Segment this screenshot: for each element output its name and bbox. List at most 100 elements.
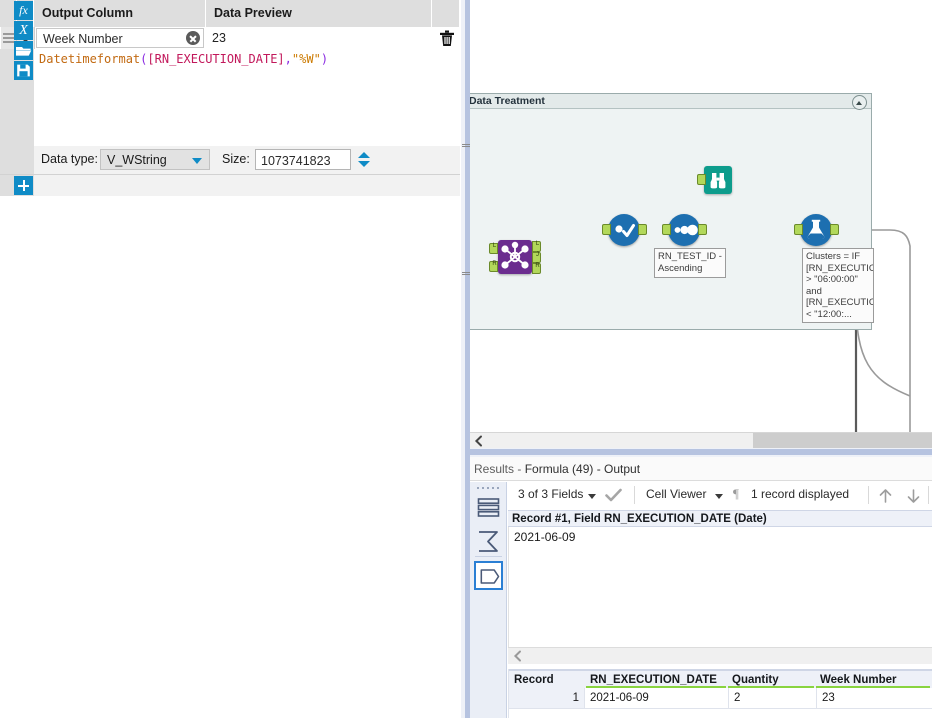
canvas-horizontal-scrollbar[interactable] [470, 432, 932, 449]
fields-chevron-down-icon[interactable] [588, 494, 596, 499]
results-data-grid[interactable]: Record RN_EXECUTION_DATE Quantity Week N… [508, 669, 932, 718]
rail-separator [475, 556, 502, 557]
sort-dots-icon [674, 224, 698, 236]
fields-selector-label[interactable]: 3 of 3 Fields [518, 487, 583, 501]
next-record-button[interactable] [906, 488, 921, 504]
flask-icon [807, 219, 825, 239]
formula-annotation: Clusters = IF [RN_EXECUTION_TIME] > "06:… [802, 248, 874, 323]
header-data-preview: Data Preview [206, 0, 432, 27]
output-column-field-wrap [36, 28, 204, 49]
open-formula-button[interactable] [14, 41, 33, 60]
clear-output-column-icon[interactable] [186, 31, 200, 45]
formula-expression-text: Datetimeformat([RN_EXECUTION_DATE],"%W") [39, 52, 328, 66]
arrow-down-icon [907, 489, 920, 503]
chevron-left-icon [474, 435, 482, 447]
previous-record-button[interactable] [878, 488, 893, 504]
size-input[interactable] [256, 150, 355, 171]
formula-expression-editor[interactable]: Datetimeformat([RN_EXECUTION_DATE],"%W") [34, 49, 460, 146]
cell-viewer-scrollbar[interactable] [508, 647, 932, 664]
cell-viewer-label[interactable]: Cell Viewer [646, 487, 706, 501]
select-tool[interactable] [602, 214, 647, 246]
messages-icon [477, 498, 500, 517]
sort-annotation: RN_TEST_ID - Ascending [654, 248, 726, 278]
size-stepper[interactable] [353, 149, 375, 170]
pilcrow-icon[interactable]: ¶ [733, 486, 739, 502]
size-field-wrap [255, 149, 355, 171]
horizontal-splitter[interactable] [470, 448, 932, 457]
save-formula-button[interactable] [14, 61, 33, 80]
config-table-header: Output Column Data Preview [0, 0, 460, 28]
formula-field-token: [RN_EXECUTION_DATE] [147, 52, 285, 66]
x-icon: X [19, 23, 28, 38]
join-icon [501, 241, 529, 269]
select-output-anchor[interactable] [638, 224, 647, 235]
sort-input-anchor[interactable] [662, 224, 671, 235]
size-label: Size: [222, 152, 250, 166]
join-tool[interactable]: L R L J R [489, 240, 541, 274]
floppy-save-icon [17, 64, 30, 77]
results-output-data-button[interactable] [474, 561, 503, 590]
viewer-chevron-down-icon[interactable] [715, 494, 723, 499]
rail-grip-dots [477, 486, 500, 490]
formula-tool[interactable]: Clusters = IF [RN_EXECUTION_TIME] > "06:… [794, 214, 874, 323]
chevron-down-icon [192, 158, 202, 164]
chevron-left-icon [513, 650, 521, 662]
workflow-canvas[interactable]: Data Treatment L R L J R RN_TEST_ID - As… [470, 0, 932, 455]
checkmark-icon [605, 488, 622, 502]
container-collapse-icon[interactable] [852, 95, 867, 110]
sort-output-anchor[interactable] [698, 224, 707, 235]
scrollbar-thumb[interactable] [753, 433, 932, 449]
cell-scroll-left-button[interactable] [512, 650, 524, 662]
grid-cell-quantity: 2 [728, 688, 816, 708]
toolbar-divider-1 [634, 486, 635, 504]
select-checkmark-icon [615, 224, 635, 237]
fields-check-button[interactable] [605, 488, 622, 503]
grid-cell-week-number: 23 [816, 688, 932, 708]
formula-comma: , [284, 52, 292, 66]
formula-output-anchor[interactable] [830, 224, 839, 235]
join-output-R[interactable]: R [532, 263, 541, 274]
formula-function-token: Datetimeformat [39, 52, 141, 66]
header-delete-col [432, 0, 460, 27]
sort-tool-body [668, 214, 700, 246]
results-profile-button[interactable] [474, 527, 503, 556]
cell-viewer-body[interactable]: 2021-06-09 [508, 527, 932, 647]
formula-config-panel: Output Column Data Preview 23 [0, 0, 460, 718]
results-title-prefix: Results - [474, 462, 525, 476]
data-preview-value: 23 [212, 31, 226, 45]
results-toolbar: 3 of 3 Fields Cell Viewer ¶ 1 record dis… [508, 482, 932, 510]
insert-variable-button[interactable]: X [14, 21, 33, 40]
join-input-R[interactable]: R [489, 261, 498, 272]
formula-string-token: "%W" [291, 52, 321, 66]
output-column-input[interactable] [37, 29, 185, 49]
join-input-L[interactable]: L [489, 243, 498, 254]
binoculars-icon [710, 173, 726, 189]
data-type-value: V_WString [107, 153, 167, 167]
formula-input-anchor[interactable] [794, 224, 803, 235]
delete-formula-row-button[interactable] [434, 27, 460, 49]
select-input-anchor[interactable] [602, 224, 611, 235]
results-messages-button[interactable] [474, 493, 503, 522]
add-formula-row-button[interactable] [14, 176, 33, 195]
sort-tool[interactable]: RN_TEST_ID - Ascending [654, 214, 726, 278]
scroll-left-button[interactable] [473, 435, 485, 447]
browse-tool-body [704, 166, 732, 194]
config-separator [0, 174, 460, 175]
record-count-label: 1 record displayed [751, 487, 850, 501]
results-title-bar: Results - Formula (49) - Output [470, 457, 932, 481]
results-title: Formula (49) - Output [524, 462, 641, 476]
join-output-J[interactable]: J [532, 252, 541, 263]
arrow-up-icon [879, 489, 892, 503]
browse-tool[interactable] [697, 166, 732, 194]
stepper-up-icon[interactable] [358, 152, 370, 158]
cell-viewer-value: 2021-06-09 [514, 530, 576, 544]
select-tool-body [608, 214, 640, 246]
hsplitter-bar [470, 449, 932, 455]
insert-function-button[interactable]: fx [14, 1, 33, 20]
toolbar-divider-2 [868, 486, 869, 504]
table-row[interactable]: 1 2021-06-09 2 23 [508, 688, 932, 708]
stepper-down-icon[interactable] [358, 161, 370, 167]
data-type-select[interactable]: V_WString [100, 149, 210, 170]
join-output-L[interactable]: L [532, 241, 541, 252]
browse-input-anchor[interactable] [697, 174, 706, 185]
